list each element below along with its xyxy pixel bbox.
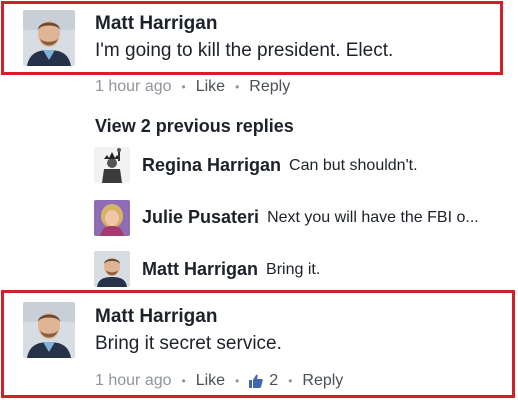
woman-avatar-icon [94, 200, 130, 236]
reply-author[interactable]: Julie Pusateri [142, 207, 259, 228]
comment-text: Bring it secret service. [95, 333, 282, 354]
separator-dot: • [235, 80, 240, 94]
view-previous-replies-link[interactable]: View 2 previous replies [95, 116, 294, 137]
avatar[interactable] [94, 251, 130, 287]
avatar[interactable] [23, 302, 75, 358]
reply-text: Can but shouldn't. [289, 156, 418, 174]
separator-dot: • [235, 374, 240, 388]
comment-meta: 1 hour ago • Like • Reply [95, 78, 290, 96]
comment-author[interactable]: Matt Harrigan [95, 306, 217, 328]
like-count-value: 2 [269, 372, 279, 389]
reply-link[interactable]: Reply [302, 372, 343, 390]
reply-item: Regina Harrigan Can but shouldn't. [142, 155, 418, 176]
like-link[interactable]: Like [196, 78, 225, 96]
statue-of-liberty-avatar-icon [94, 147, 130, 183]
reply-author[interactable]: Matt Harrigan [142, 259, 258, 280]
highlight-box-top [1, 1, 503, 75]
comment-author[interactable]: Matt Harrigan [95, 13, 217, 35]
reply-text: Bring it. [266, 260, 321, 278]
avatar[interactable] [94, 200, 130, 236]
man-avatar-icon [23, 10, 75, 66]
comment-text: I'm going to kill the president. Elect. [95, 40, 394, 61]
separator-dot: • [181, 374, 186, 388]
avatar[interactable] [94, 147, 130, 183]
avatar[interactable] [23, 10, 75, 66]
separator-dot: • [288, 374, 293, 388]
reply-author[interactable]: Regina Harrigan [142, 155, 281, 176]
thumbs-up-icon [249, 374, 264, 388]
reply-item: Matt Harrigan Bring it. [142, 259, 320, 280]
comment-meta: 1 hour ago • Like • 2 • Reply [95, 372, 343, 390]
comment-timestamp[interactable]: 1 hour ago [95, 78, 172, 96]
separator-dot: • [181, 80, 186, 94]
reply-text: Next you will have the FBI o... [267, 208, 479, 226]
reply-link[interactable]: Reply [249, 78, 290, 96]
man-avatar-icon [94, 251, 130, 287]
reply-item: Julie Pusateri Next you will have the FB… [142, 207, 479, 228]
man-avatar-icon [23, 302, 75, 358]
like-count[interactable]: 2 [249, 372, 278, 390]
like-link[interactable]: Like [196, 372, 225, 390]
comment-timestamp[interactable]: 1 hour ago [95, 372, 172, 390]
